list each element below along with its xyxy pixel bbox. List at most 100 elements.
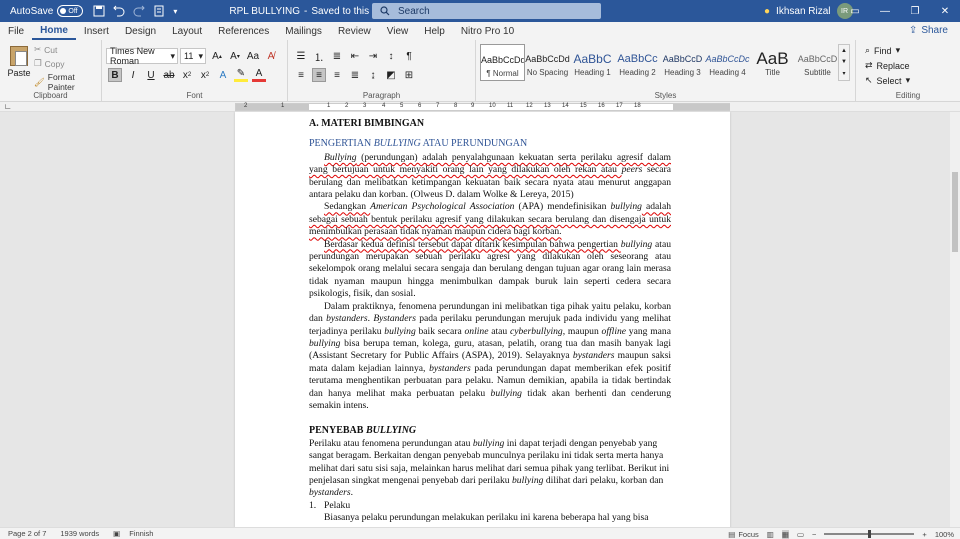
ribbon-display-icon[interactable]: ▭ — [840, 0, 870, 22]
zoom-slider[interactable] — [824, 530, 915, 538]
tab-file[interactable]: File — [0, 22, 32, 40]
paste-button[interactable]: Paste — [6, 46, 32, 78]
share-button[interactable]: ⇪ Share — [909, 25, 948, 36]
web-layout-icon[interactable]: ▭ — [797, 530, 804, 539]
italic-icon[interactable]: I — [126, 68, 140, 82]
subscript-icon[interactable]: x2 — [180, 68, 194, 82]
style-normal[interactable]: AaBbCcDd ¶ Normal — [480, 44, 525, 81]
style-heading-3[interactable]: AaBbCcD Heading 3 — [660, 44, 705, 81]
tab-design[interactable]: Design — [117, 22, 164, 40]
format-painter-button[interactable]: 🖌 Format Painter — [34, 72, 101, 92]
tab-references[interactable]: References — [210, 22, 277, 40]
align-center-icon[interactable]: ≡ — [312, 68, 326, 82]
style-subtitle[interactable]: AaBbCcD Subtitle — [795, 44, 840, 81]
sort-icon[interactable]: ↕ — [384, 49, 398, 63]
close-icon[interactable]: ✕ — [930, 0, 960, 22]
align-right-icon[interactable]: ≡ — [330, 68, 344, 82]
clear-formatting-icon[interactable]: A̸ — [264, 49, 278, 63]
zoom-out-icon[interactable]: − — [812, 530, 816, 539]
decrease-indent-icon[interactable]: ⇤ — [348, 49, 362, 63]
select-button[interactable]: ↖ Select ▾ — [865, 73, 910, 88]
heading-materi-bimbingan: A. MATERI BIMBINGAN — [309, 118, 425, 129]
autosave[interactable]: AutoSave Off — [10, 5, 84, 17]
superscript-icon[interactable]: x2 — [198, 68, 212, 82]
tab-review[interactable]: Review — [330, 22, 379, 40]
styles-gallery: AaBbCcDd ¶ Normal AaBbCcDd No Spacing AaBb… — [480, 44, 840, 81]
copy-button[interactable]: ❐ Copy — [34, 58, 64, 69]
cut-button[interactable]: ✂ Cut — [34, 44, 57, 55]
focus-button[interactable]: ▤ Focus — [728, 530, 759, 539]
tab-layout[interactable]: Layout — [164, 22, 210, 40]
align-left-icon[interactable]: ≡ — [294, 68, 308, 82]
horizontal-ruler[interactable]: 2 1 1 2 3 4 5 6 7 8 9 10 11 12 13 14 15 … — [235, 103, 730, 111]
search-icon — [380, 6, 390, 16]
vertical-scrollbar[interactable] — [950, 112, 960, 527]
page-count[interactable]: Page 2 of 7 — [8, 529, 46, 538]
autosave-toggle[interactable]: Off — [57, 5, 84, 17]
document-page[interactable]: A. MATERI BIMBINGAN PENGERTIAN BULLYING … — [235, 112, 730, 527]
ribbon-tabs: File Home Insert Design Layout Reference… — [0, 22, 960, 40]
document-title[interactable]: RPL BULLYING - Saved to this PC ▾ — [229, 6, 393, 17]
style-heading-4[interactable]: AaBbCcDc Heading 4 — [705, 44, 750, 81]
tab-insert[interactable]: Insert — [76, 22, 117, 40]
tab-nitro[interactable]: Nitro Pro 10 — [453, 22, 522, 40]
tab-help[interactable]: Help — [416, 22, 453, 40]
font-name-select[interactable]: Times New Roman ▾ — [106, 46, 178, 66]
zoom-in-icon[interactable]: + — [922, 530, 926, 539]
document-body[interactable]: A. MATERI BIMBINGAN PENGERTIAN BULLYING … — [309, 118, 671, 525]
grow-font-icon[interactable]: A ▴ — [210, 49, 224, 63]
highlight-icon[interactable]: ✎ — [234, 68, 248, 82]
style-no-spacing[interactable]: AaBbCcDd No Spacing — [525, 44, 570, 81]
undo-icon[interactable] — [113, 5, 125, 17]
paragraph-4: Dalam praktiknya, fenomena perundungan i… — [309, 300, 672, 411]
underline-icon[interactable]: U — [144, 68, 158, 82]
proofing-status[interactable]: ▣ Finnish — [113, 529, 153, 538]
find-button[interactable]: ⌕ Find ▾ — [865, 43, 910, 58]
read-mode-icon[interactable]: ▥ — [767, 530, 774, 539]
shrink-font-icon[interactable]: A ▾ — [228, 49, 242, 63]
text-effects-icon[interactable]: A — [216, 68, 230, 82]
style-title[interactable]: AaB Title — [750, 44, 795, 81]
replace-button[interactable]: ⇄ Replace — [865, 58, 910, 73]
tab-mailings[interactable]: Mailings — [277, 22, 330, 40]
print-preview-icon[interactable] — [153, 5, 165, 17]
strikethrough-icon[interactable]: ab — [162, 68, 176, 82]
chevron-down-icon[interactable]: ▼ — [841, 59, 847, 65]
increase-indent-icon[interactable]: ⇥ — [366, 49, 380, 63]
show-formatting-icon[interactable]: ¶ — [402, 49, 416, 63]
redo-icon[interactable] — [133, 5, 146, 17]
change-case-icon[interactable]: Aa — [246, 49, 260, 63]
paragraph-1: Bullying (perundungan) adalah penyalahgu… — [309, 151, 671, 201]
numbering-icon[interactable]: ⒈ — [312, 49, 326, 64]
search-box[interactable]: Search — [372, 3, 601, 19]
style-heading-2[interactable]: AaBbCc Heading 2 — [615, 44, 660, 81]
tab-view[interactable]: View — [379, 22, 417, 40]
print-layout-icon[interactable]: ▦ — [781, 529, 789, 539]
multilevel-list-icon[interactable]: ≣ — [330, 49, 344, 63]
style-heading-1[interactable]: AaBbC Heading 1 — [570, 44, 615, 81]
tab-home[interactable]: Home — [32, 22, 76, 40]
restore-icon[interactable]: ❐ — [900, 0, 930, 22]
scrollbar-thumb[interactable] — [952, 172, 958, 252]
bold-icon[interactable]: B — [108, 68, 122, 82]
lightbulb-icon[interactable]: ● — [764, 6, 770, 17]
more-icon[interactable]: ▾ — [842, 70, 845, 77]
customize-qat-icon[interactable]: ▾ — [173, 7, 177, 16]
save-icon[interactable] — [93, 5, 105, 17]
justify-icon[interactable]: ≣ — [348, 68, 362, 82]
status-bar: Page 2 of 7 1939 words ▣ Finnish ▤ Focus ▥… — [0, 527, 960, 539]
font-color-icon[interactable]: A — [252, 68, 266, 82]
chevron-up-icon[interactable]: ▲ — [841, 48, 847, 54]
line-spacing-icon[interactable]: ↨ — [366, 68, 380, 82]
heading-penyebab: PENYEBAB BULLYING — [309, 425, 417, 437]
shading-icon[interactable]: ◩ — [384, 68, 398, 82]
bullets-icon[interactable]: ☰ — [294, 49, 308, 63]
font-size-select[interactable]: 11 ▾ — [180, 48, 206, 64]
styles-scroll[interactable]: ▲ ▼ ▾ — [838, 44, 850, 81]
zoom-level[interactable]: 100% — [935, 530, 954, 539]
borders-icon[interactable]: ⊞ — [402, 68, 416, 82]
window-controls: ▭ — ❐ ✕ — [840, 0, 960, 22]
minimize-icon[interactable]: — — [870, 0, 900, 22]
word-count[interactable]: 1939 words — [60, 529, 99, 538]
tab-selector-icon[interactable]: ∟ — [4, 102, 12, 111]
